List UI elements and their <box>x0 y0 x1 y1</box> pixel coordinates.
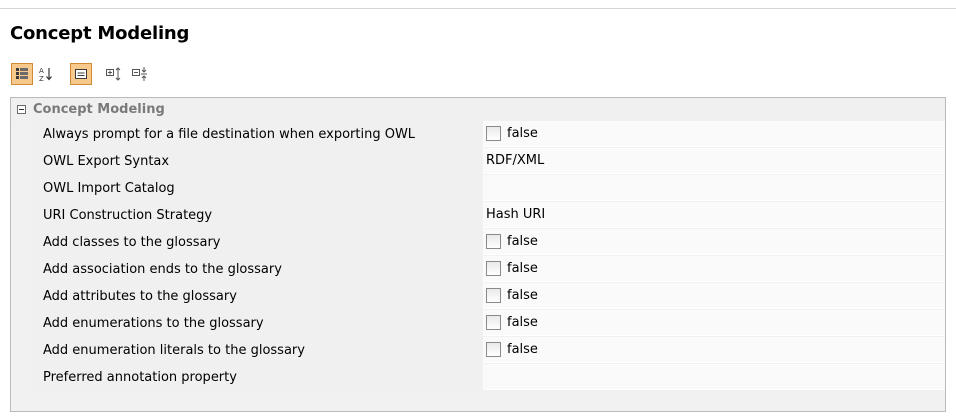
property-value[interactable]: Hash URI <box>483 202 945 228</box>
property-value[interactable]: false <box>483 283 945 309</box>
property-value[interactable]: false <box>483 256 945 282</box>
sort-alphabetically-icon: A Z <box>39 67 52 82</box>
property-name: Add enumeration literals to the glossary <box>34 337 482 363</box>
checkbox[interactable] <box>486 234 501 249</box>
property-row[interactable]: Add enumeration literals to the glossary… <box>34 337 945 364</box>
top-divider <box>0 8 956 9</box>
property-row[interactable]: URI Construction Strategy Hash URI <box>34 202 945 229</box>
checkbox[interactable] <box>486 315 501 330</box>
collapse-all-icon <box>132 67 147 81</box>
property-value[interactable]: false <box>483 229 945 255</box>
property-value[interactable]: false <box>483 121 945 147</box>
property-name: Add attributes to the glossary <box>34 283 482 309</box>
expand-all-icon <box>106 67 121 81</box>
property-row[interactable]: OWL Import Catalog <box>34 175 945 202</box>
property-row[interactable]: Add enumerations to the glossary false <box>34 310 945 337</box>
property-name: URI Construction Strategy <box>34 202 482 228</box>
collapse-all-button[interactable] <box>129 63 151 85</box>
group-header-concept-modeling[interactable]: Concept Modeling <box>11 98 945 121</box>
property-value-text: false <box>507 126 538 141</box>
sort-alphabetically-button[interactable]: A Z <box>35 63 57 85</box>
property-value-text: false <box>507 342 538 357</box>
categorized-view-icon <box>16 68 28 79</box>
svg-text:A: A <box>39 67 44 75</box>
property-row[interactable]: Preferred annotation property <box>34 364 945 391</box>
property-row[interactable]: Add association ends to the glossary fals… <box>34 256 945 283</box>
svg-text:Z: Z <box>39 75 44 82</box>
property-row[interactable]: Add classes to the glossary false <box>34 229 945 256</box>
property-value-text: false <box>507 261 538 276</box>
property-value-text: false <box>507 288 538 303</box>
property-value[interactable]: false <box>483 310 945 336</box>
show-description-button[interactable] <box>70 63 92 85</box>
property-value-text: false <box>507 234 538 249</box>
property-row[interactable]: Add attributes to the glossary false <box>34 283 945 310</box>
property-name: Always prompt for a file destination whe… <box>34 121 482 147</box>
checkbox[interactable] <box>486 342 501 357</box>
property-row[interactable]: Always prompt for a file destination whe… <box>34 121 945 148</box>
collapse-icon[interactable] <box>17 105 26 114</box>
group-label: Concept Modeling <box>33 102 165 117</box>
checkbox[interactable] <box>486 261 501 276</box>
property-value-text: Hash URI <box>486 207 546 222</box>
property-row[interactable]: OWL Export Syntax RDF/XML <box>34 148 945 175</box>
property-name: Add association ends to the glossary <box>34 256 482 282</box>
property-value[interactable]: RDF/XML <box>483 148 945 174</box>
expand-all-button[interactable] <box>103 63 125 85</box>
property-name: Add enumerations to the glossary <box>34 310 482 336</box>
property-value[interactable] <box>483 364 945 390</box>
property-name: Add classes to the glossary <box>34 229 482 255</box>
property-name: OWL Export Syntax <box>34 148 482 174</box>
checkbox[interactable] <box>486 288 501 303</box>
property-name: Preferred annotation property <box>34 364 482 390</box>
property-sheet: Concept Modeling Always prompt for a fil… <box>10 97 946 412</box>
property-value[interactable] <box>483 175 945 201</box>
property-value-text: RDF/XML <box>486 153 545 168</box>
categorized-view-button[interactable] <box>11 63 33 85</box>
property-value[interactable]: false <box>483 337 945 363</box>
show-description-icon <box>75 69 87 79</box>
checkbox[interactable] <box>486 126 501 141</box>
property-name: OWL Import Catalog <box>34 175 482 201</box>
page-title: Concept Modeling <box>10 23 190 44</box>
property-value-text: false <box>507 315 538 330</box>
